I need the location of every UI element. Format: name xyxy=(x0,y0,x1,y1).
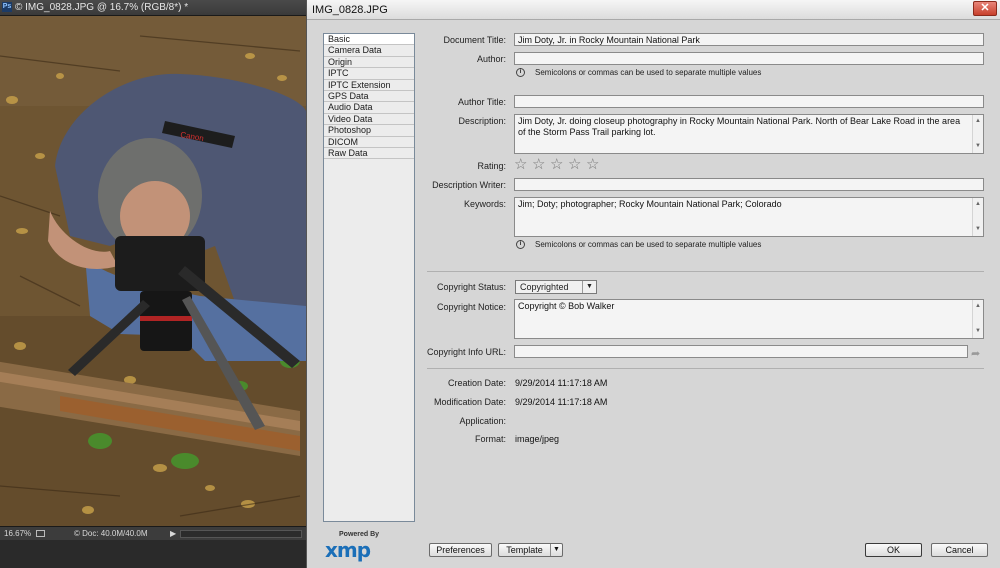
rating-star-1-icon[interactable]: ☆ xyxy=(514,157,532,172)
sidebar-item-raw-data[interactable]: Raw Data xyxy=(324,148,414,160)
sidebar-item-dicom[interactable]: DICOM xyxy=(324,137,414,148)
info-icon: i xyxy=(516,240,525,250)
chevron-down-icon: ▼ xyxy=(582,281,596,293)
chevron-down-icon: ▼ xyxy=(550,544,562,556)
author-hint: i Semicolons or commas can be used to sep… xyxy=(516,68,762,78)
dialog-titlebar[interactable]: IMG_0828.JPG ✕ xyxy=(307,0,1000,20)
doc-size-info: © Doc: 40.0M/40.0M xyxy=(74,529,148,538)
rating-label: Rating: xyxy=(477,161,506,171)
section-divider xyxy=(427,368,984,369)
copyright-status-value: Copyrighted xyxy=(520,282,569,292)
photoshop-document-window: Ps © IMG_0828.JPG @ 16.7% (RGB/8*) * Can… xyxy=(0,0,306,568)
keywords-textarea[interactable]: Jim; Doty; photographer; Rocky Mountain … xyxy=(514,197,984,237)
sidebar-item-photoshop[interactable]: Photoshop xyxy=(324,125,414,137)
sidebar-item-basic[interactable]: Basic xyxy=(324,34,414,46)
photo-image: Canon xyxy=(0,16,306,526)
author-title-input[interactable] xyxy=(514,95,984,108)
description-writer-input[interactable] xyxy=(514,178,984,191)
modification-date-value: 9/29/2014 11:17:18 AM xyxy=(515,397,608,407)
copyright-notice-label: Copyright Notice: xyxy=(436,302,506,312)
sidebar-item-iptc-extension[interactable]: IPTC Extension xyxy=(324,80,414,91)
sidebar-item-camera-data[interactable]: Camera Data xyxy=(324,45,414,57)
sidebar-item-audio-data[interactable]: Audio Data xyxy=(324,102,414,114)
document-title-label: Document Title: xyxy=(443,35,506,45)
scroll-down-icon[interactable]: ▼ xyxy=(975,326,981,337)
creation-date-label: Creation Date: xyxy=(447,378,506,388)
document-title-input[interactable]: Jim Doty, Jr. in Rocky Mountain National… xyxy=(514,33,984,46)
rating-star-2-icon[interactable]: ☆ xyxy=(532,157,550,172)
ok-button[interactable]: OK xyxy=(865,543,922,557)
sidebar-item-video-data[interactable]: Video Data xyxy=(324,114,414,126)
status-menu-arrow-icon[interactable]: ▶ xyxy=(170,527,176,540)
horizontal-scrollbar[interactable] xyxy=(180,530,302,538)
file-info-dialog: IMG_0828.JPG ✕ Basic Camera Data Origin … xyxy=(306,0,1000,568)
creation-date-value: 9/29/2014 11:17:18 AM xyxy=(515,378,608,388)
scroll-up-icon[interactable]: ▲ xyxy=(975,301,981,312)
rating-stars: ☆ ☆ ☆ ☆ ☆ xyxy=(514,157,604,172)
go-arrow-icon[interactable]: ➦ xyxy=(971,347,980,360)
description-scrollbar[interactable]: ▲ ▼ xyxy=(972,115,983,153)
rating-star-3-icon[interactable]: ☆ xyxy=(550,157,568,172)
description-textarea[interactable]: Jim Doty, Jr. doing closeup photography … xyxy=(514,114,984,154)
template-button-label: Template xyxy=(506,545,543,555)
sidebar-item-iptc[interactable]: IPTC xyxy=(324,68,414,80)
copyright-status-dropdown[interactable]: Copyrighted ▼ xyxy=(515,280,597,294)
copyright-notice-text: Copyright © Bob Walker xyxy=(518,301,615,311)
export-icon[interactable] xyxy=(36,530,45,537)
copyright-url-label: Copyright Info URL: xyxy=(426,347,506,357)
copyright-notice-textarea[interactable]: Copyright © Bob Walker ▲ ▼ xyxy=(514,299,984,339)
status-bar: 16.67% © Doc: 40.0M/40.0M ▶ xyxy=(0,526,306,540)
author-label: Author: xyxy=(476,54,506,64)
modification-date-label: Modification Date: xyxy=(433,397,506,407)
document-tab-title: © IMG_0828.JPG @ 16.7% (RGB/8*) * xyxy=(15,2,189,13)
copyright-status-label: Copyright Status: xyxy=(436,282,506,292)
format-value: image/jpeg xyxy=(515,434,560,444)
rating-star-4-icon[interactable]: ☆ xyxy=(568,157,586,172)
sidebar-item-origin[interactable]: Origin xyxy=(324,57,414,69)
document-tab[interactable]: Ps © IMG_0828.JPG @ 16.7% (RGB/8*) * xyxy=(0,0,306,16)
preferences-button[interactable]: Preferences xyxy=(429,543,492,557)
author-title-label: Author Title: xyxy=(457,97,506,107)
keywords-hint: i Semicolons or commas can be used to sep… xyxy=(516,240,762,250)
keywords-hint-text: Semicolons or commas can be used to sepa… xyxy=(535,240,762,249)
xmp-mark: xmp xyxy=(325,538,371,562)
photoshop-app-icon: Ps xyxy=(2,2,12,13)
description-text: Jim Doty, Jr. doing closeup photography … xyxy=(518,116,961,137)
template-button[interactable]: Template ▼ xyxy=(498,543,563,557)
keywords-scrollbar[interactable]: ▲ ▼ xyxy=(972,198,983,236)
dialog-title: IMG_0828.JPG xyxy=(312,4,388,16)
author-input[interactable] xyxy=(514,52,984,65)
sidebar-item-gps-data[interactable]: GPS Data xyxy=(324,91,414,103)
copyright-notice-scrollbar[interactable]: ▲ ▼ xyxy=(972,300,983,338)
category-sidebar: Basic Camera Data Origin IPTC IPTC Exten… xyxy=(323,33,415,522)
close-button[interactable]: ✕ xyxy=(973,1,997,16)
powered-by-text: Powered By xyxy=(339,531,380,538)
application-label: Application: xyxy=(459,416,506,426)
scroll-down-icon[interactable]: ▼ xyxy=(975,224,981,235)
copyright-url-input[interactable] xyxy=(514,345,968,358)
zoom-level[interactable]: 16.67% xyxy=(4,527,31,540)
format-label: Format: xyxy=(474,434,506,444)
author-hint-text: Semicolons or commas can be used to sepa… xyxy=(535,68,762,77)
keywords-text: Jim; Doty; photographer; Rocky Mountain … xyxy=(518,199,782,209)
image-canvas[interactable]: Canon xyxy=(0,16,306,526)
rating-star-5-icon[interactable]: ☆ xyxy=(586,157,604,172)
section-divider xyxy=(427,271,984,272)
scroll-up-icon[interactable]: ▲ xyxy=(975,116,981,127)
info-icon: i xyxy=(516,68,525,78)
xmp-logo: Powered By xmp xyxy=(325,531,395,562)
description-label: Description: xyxy=(458,116,506,126)
scroll-up-icon[interactable]: ▲ xyxy=(975,199,981,210)
scroll-down-icon[interactable]: ▼ xyxy=(975,141,981,152)
description-writer-label: Description Writer: xyxy=(432,180,506,190)
cancel-button[interactable]: Cancel xyxy=(931,543,988,557)
keywords-label: Keywords: xyxy=(463,199,506,209)
